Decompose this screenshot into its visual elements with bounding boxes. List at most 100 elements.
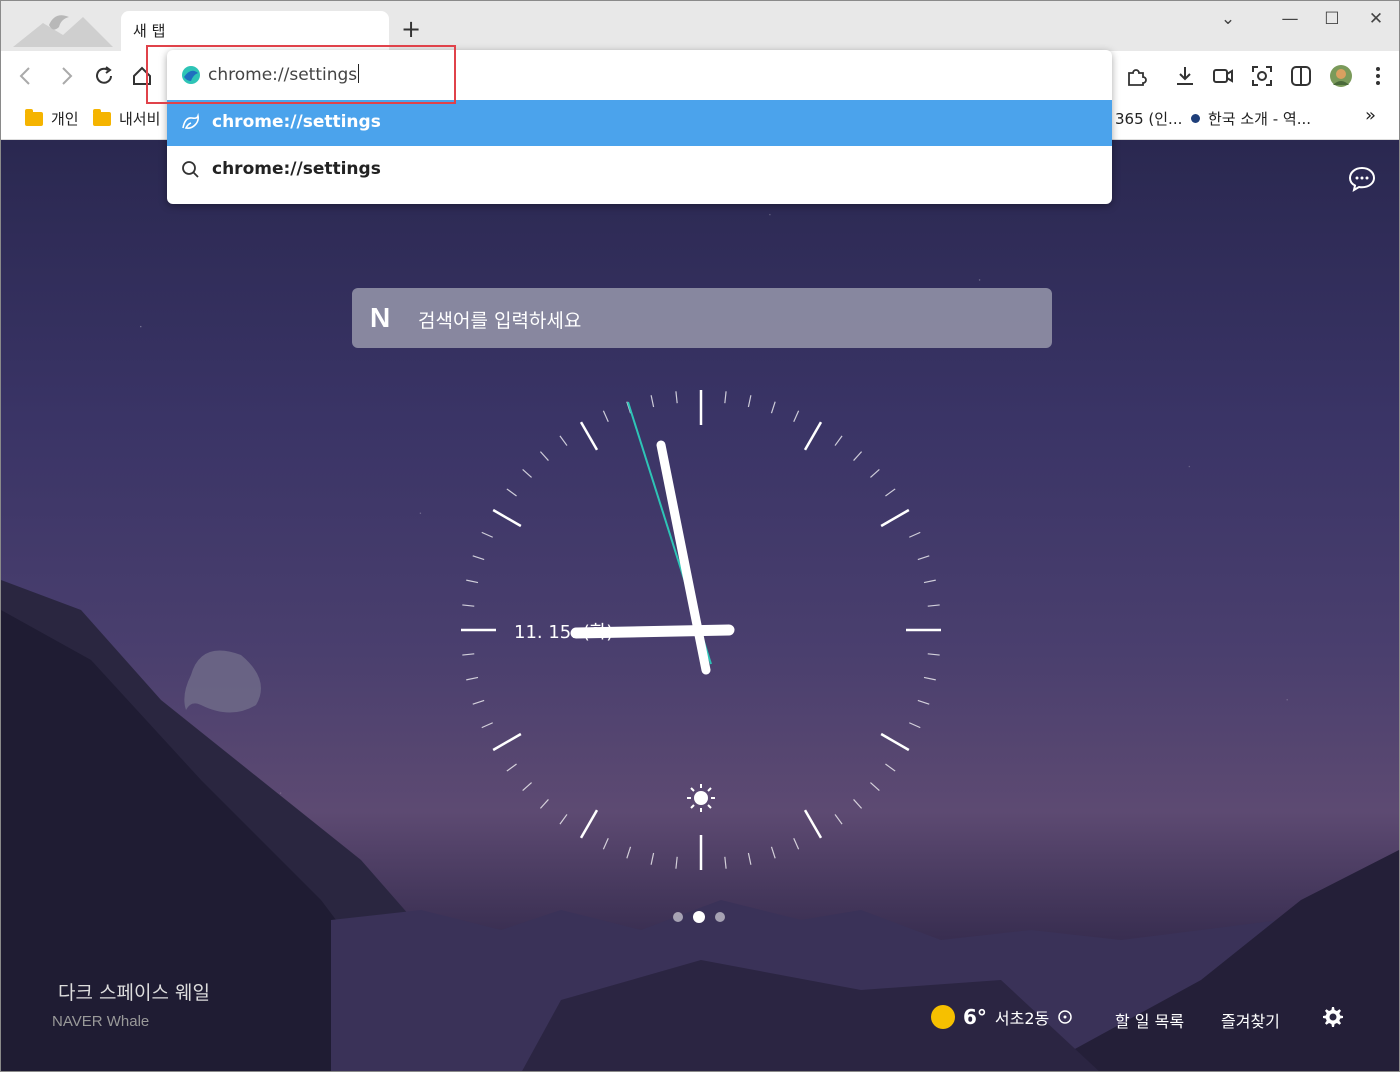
suggestion-text: chrome://settings bbox=[212, 112, 381, 132]
whale-theme-icon bbox=[13, 15, 113, 47]
clock-minute-tick bbox=[650, 395, 655, 408]
bookmark-label: 개인 bbox=[51, 110, 79, 128]
bookmark-365[interactable]: 365 (인... bbox=[1115, 108, 1182, 129]
clock-minute-tick bbox=[927, 604, 940, 607]
clock-minute-tick bbox=[793, 410, 800, 422]
feedback-chat-icon[interactable] bbox=[1347, 164, 1377, 194]
reload-icon[interactable] bbox=[91, 63, 117, 89]
clock-minute-tick bbox=[522, 782, 532, 792]
search-icon bbox=[182, 161, 199, 178]
capture-icon[interactable] bbox=[1249, 63, 1275, 89]
clock-hour-tick bbox=[579, 421, 599, 451]
menu-more-icon[interactable] bbox=[1365, 63, 1391, 89]
clock-minute-tick bbox=[539, 799, 549, 809]
tab-new[interactable]: 새 탭 bbox=[121, 11, 389, 51]
maximize-button[interactable]: ☐ bbox=[1317, 9, 1347, 29]
address-bar-dropdown: chrome://settings chrome://settings chro… bbox=[167, 50, 1112, 204]
clock-hour-tick bbox=[803, 421, 823, 451]
naver-search-box[interactable]: N 검색어를 입력하세요 bbox=[352, 288, 1052, 348]
theme-brand: NAVER Whale bbox=[52, 1013, 150, 1030]
video-icon[interactable] bbox=[1210, 63, 1236, 89]
clock-minute-tick bbox=[481, 722, 493, 729]
page-dot-2[interactable] bbox=[693, 911, 705, 923]
title-bar: 새 탭 + ⌄ — ☐ ✕ bbox=[1, 1, 1399, 51]
favorites-link[interactable]: 즐겨찾기 bbox=[1221, 1008, 1280, 1032]
profile-avatar-icon[interactable] bbox=[1328, 63, 1354, 89]
clock-minute-tick bbox=[466, 579, 479, 584]
weather-widget[interactable]: 6° 서초2동 bbox=[931, 1005, 1073, 1029]
clock-minute-tick bbox=[522, 468, 532, 478]
forward-icon[interactable] bbox=[53, 63, 79, 89]
location-target-icon[interactable] bbox=[1057, 1009, 1073, 1025]
clock-hour-tick bbox=[803, 809, 823, 839]
bookmark-label: 내서비 bbox=[119, 110, 161, 128]
page-dot-3[interactable] bbox=[715, 912, 725, 922]
settings-gear-icon[interactable] bbox=[1319, 1004, 1345, 1030]
folder-icon bbox=[93, 108, 111, 126]
browser-window: 새 탭 + ⌄ — ☐ ✕ 개인 내서비 365 (인... 한국 소개 - 역… bbox=[0, 0, 1400, 1072]
clock-minute-tick bbox=[927, 653, 940, 656]
clock-minute-tick bbox=[462, 653, 475, 656]
bookmark-folder-personal[interactable]: 개인 bbox=[25, 108, 79, 129]
page-indicator bbox=[673, 911, 725, 923]
new-tab-page: N 검색어를 입력하세요 11. 15. (화) 다크 스페이스 웨일 NAVE… bbox=[1, 140, 1399, 1071]
bookmark-folder-service[interactable]: 내서비 bbox=[93, 108, 160, 129]
extensions-icon[interactable] bbox=[1123, 63, 1149, 89]
page-dot-1[interactable] bbox=[673, 912, 683, 922]
address-value: chrome://settings bbox=[208, 65, 358, 85]
clock-minute-tick bbox=[770, 846, 776, 859]
clock-minute-tick bbox=[559, 814, 568, 825]
clock-minute-tick bbox=[626, 846, 632, 859]
clock-minute-tick bbox=[506, 488, 517, 497]
theme-name[interactable]: 다크 스페이스 웨일 bbox=[58, 978, 210, 1005]
close-button[interactable]: ✕ bbox=[1361, 9, 1391, 29]
bookmarks-more-button[interactable]: » bbox=[1365, 105, 1376, 126]
clock-minute-tick bbox=[917, 555, 930, 561]
clock-minute-tick bbox=[885, 763, 896, 772]
home-icon[interactable] bbox=[129, 63, 155, 89]
clock-hour-hand bbox=[570, 624, 735, 639]
clock-minute-tick bbox=[870, 468, 880, 478]
new-tab-button[interactable]: + bbox=[399, 17, 423, 41]
minimize-button[interactable]: — bbox=[1275, 9, 1305, 29]
search-placeholder: 검색어를 입력하세요 bbox=[418, 310, 582, 332]
suggestion-text: chrome://settings bbox=[212, 159, 381, 179]
clock-minute-tick bbox=[472, 555, 485, 561]
download-icon[interactable] bbox=[1172, 63, 1198, 89]
clock-minute-tick bbox=[793, 838, 800, 850]
clock-minute-tick bbox=[923, 579, 936, 584]
tab-title: 새 탭 bbox=[133, 22, 166, 40]
bookmark-korea-intro[interactable]: 한국 소개 - 역... bbox=[1191, 108, 1311, 129]
whale-favicon-icon bbox=[182, 66, 200, 84]
clock-minute-tick bbox=[559, 435, 568, 446]
clock-minute-tick bbox=[602, 838, 609, 850]
todo-list-link[interactable]: 할 일 목록 bbox=[1115, 1008, 1184, 1032]
clock-minute-tick bbox=[770, 401, 776, 414]
back-icon[interactable] bbox=[13, 63, 39, 89]
bookmark-label: 한국 소개 - 역... bbox=[1208, 110, 1312, 128]
clock-minute-tick bbox=[747, 395, 752, 408]
clock-minute-tick bbox=[909, 531, 921, 538]
address-bar[interactable]: chrome://settings bbox=[167, 50, 1112, 100]
address-input[interactable]: chrome://settings bbox=[208, 64, 360, 85]
tab-list-button[interactable]: ⌄ bbox=[1213, 9, 1243, 29]
clock-minute-tick bbox=[481, 531, 493, 538]
clock-hour-tick bbox=[492, 508, 522, 528]
clock-minute-tick bbox=[885, 488, 896, 497]
weather-location: 서초2동 bbox=[994, 1009, 1050, 1028]
clock-hour-tick bbox=[579, 809, 599, 839]
clock-minute-tick bbox=[870, 782, 880, 792]
clock-hour-tick bbox=[492, 732, 522, 752]
split-view-icon[interactable] bbox=[1288, 63, 1314, 89]
whale-outline-icon bbox=[182, 112, 199, 129]
clock-minute-tick bbox=[917, 699, 930, 705]
clock-minute-tick bbox=[472, 699, 485, 705]
suggestion-item-selected[interactable]: chrome://settings bbox=[167, 100, 1112, 146]
clock-minute-tick bbox=[506, 763, 517, 772]
clock-minute-tick bbox=[539, 451, 549, 461]
bookmark-label: 365 (인... bbox=[1115, 110, 1183, 128]
suggestion-item-search[interactable]: chrome://settings bbox=[167, 147, 1112, 193]
clock-minute-tick bbox=[923, 676, 936, 681]
clock-minute-tick bbox=[462, 604, 475, 607]
sun-mode-icon bbox=[687, 784, 715, 812]
